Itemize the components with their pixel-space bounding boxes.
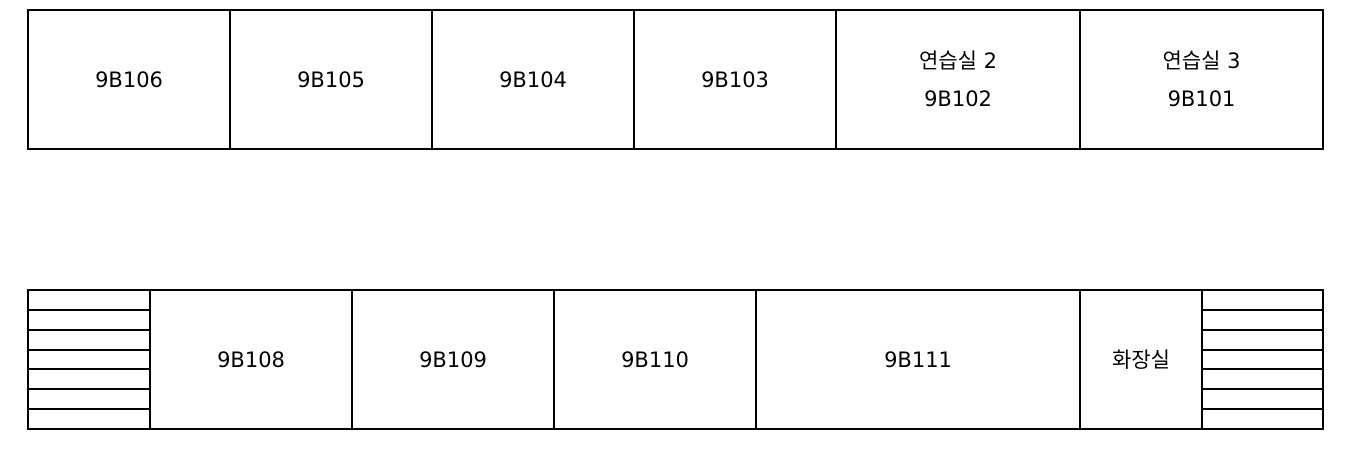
- room-label: 9B108: [217, 347, 285, 372]
- room-9b101: 연습실 3 9B101: [1081, 11, 1322, 148]
- stair-step: [29, 331, 149, 351]
- room-name: 연습실 3: [1162, 48, 1241, 73]
- room-9b105: 9B105: [231, 11, 433, 148]
- room-label: 화장실: [1112, 347, 1170, 372]
- room-name: 연습실 2: [919, 48, 997, 73]
- bottom-row: 9B108 9B109 9B110 9B111 화장실: [27, 289, 1324, 430]
- restroom: 화장실: [1081, 291, 1203, 428]
- room-label: 9B102: [924, 86, 992, 111]
- stair-step: [1203, 410, 1322, 428]
- stair-step: [29, 351, 149, 371]
- room-9b106: 9B106: [29, 11, 231, 148]
- room-label: 9B103: [701, 67, 769, 92]
- stairs-right: [1203, 291, 1322, 428]
- room-9b109: 9B109: [353, 291, 555, 428]
- top-row: 9B106 9B105 9B104 9B103 연습실 2 9B102 연습실 …: [27, 9, 1324, 150]
- room-label: 9B106: [95, 67, 163, 92]
- stair-step: [1203, 291, 1322, 311]
- stair-step: [1203, 331, 1322, 351]
- room-label: 9B104: [499, 67, 567, 92]
- room-9b104: 9B104: [433, 11, 635, 148]
- room-label: 9B101: [1167, 86, 1236, 111]
- room-label: 9B110: [621, 347, 689, 372]
- stair-step: [1203, 370, 1322, 391]
- stair-step: [29, 291, 149, 311]
- stair-step: [1203, 390, 1322, 411]
- room-label: 9B105: [297, 67, 365, 92]
- room-label: 9B109: [419, 347, 487, 372]
- room-9b103: 9B103: [635, 11, 837, 148]
- room-9b111: 9B111: [757, 291, 1081, 428]
- room-9b102: 연습실 2 9B102: [837, 11, 1081, 148]
- stair-step: [29, 390, 149, 411]
- stair-step: [29, 410, 149, 428]
- stairs-left: [29, 291, 151, 428]
- stair-step: [29, 370, 149, 391]
- room-label: 9B111: [884, 347, 952, 372]
- stair-step: [29, 311, 149, 331]
- stair-step: [1203, 351, 1322, 371]
- room-9b108: 9B108: [151, 291, 353, 428]
- room-9b110: 9B110: [555, 291, 757, 428]
- stair-step: [1203, 311, 1322, 331]
